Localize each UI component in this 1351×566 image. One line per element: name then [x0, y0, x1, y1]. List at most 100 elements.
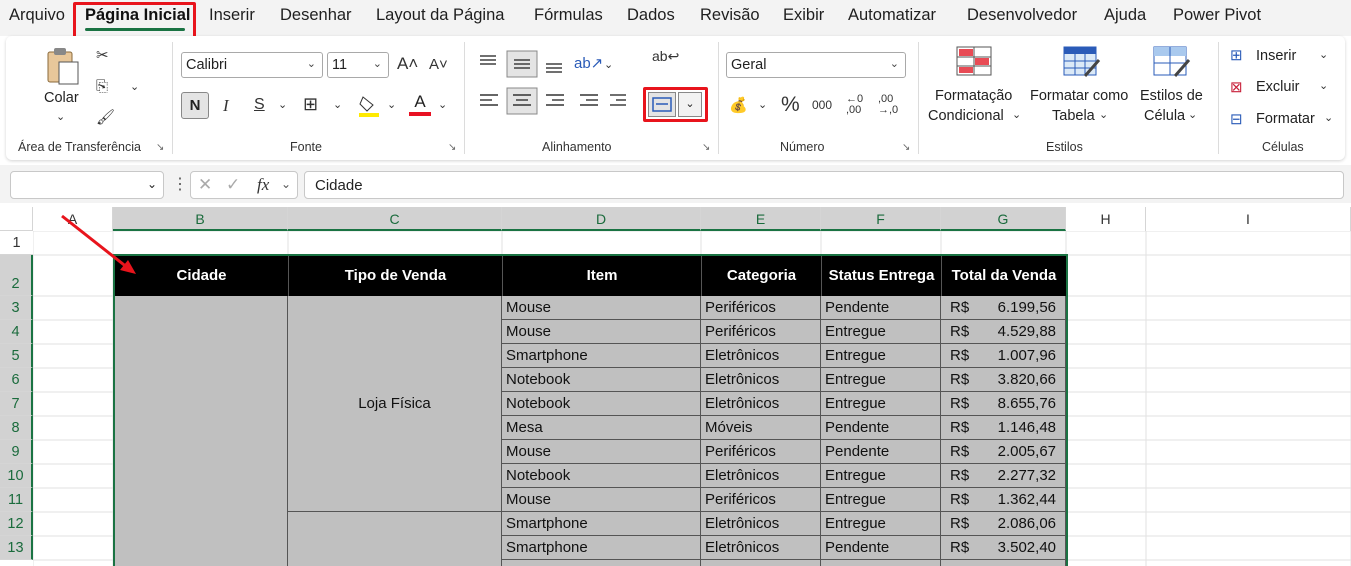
- menu-desenhar[interactable]: Desenhar: [280, 6, 352, 25]
- column-header-h[interactable]: H: [1066, 207, 1146, 231]
- cut-icon[interactable]: ✂: [96, 46, 109, 64]
- cell-categoria[interactable]: Móveis: [701, 416, 821, 440]
- chevron-down-icon[interactable]: ⌄: [281, 177, 291, 191]
- bold-button[interactable]: N: [181, 92, 209, 119]
- column-header-d[interactable]: D: [502, 207, 701, 231]
- cell-status[interactable]: Pendente: [821, 536, 941, 560]
- cell-item[interactable]: Mouse: [502, 296, 701, 320]
- cell-item[interactable]: Notebook: [502, 392, 701, 416]
- merged-cell-tipo-venda[interactable]: Loja Física: [288, 296, 502, 512]
- underline-button[interactable]: S: [254, 96, 265, 114]
- row-header-2[interactable]: 2: [0, 255, 33, 296]
- decrease-decimal-icon[interactable]: ,00 →,0: [878, 94, 898, 116]
- menu-desenvolvedor[interactable]: Desenvolvedor: [967, 6, 1077, 25]
- cell-categoria[interactable]: Eletrônicos: [701, 368, 821, 392]
- format-as-table-line1[interactable]: Formatar como: [1030, 88, 1128, 104]
- font-color-dropdown-icon[interactable]: ⌄: [438, 98, 447, 111]
- cell-item[interactable]: Mouse: [502, 488, 701, 512]
- row-header-9[interactable]: 9: [0, 440, 33, 464]
- alignment-launcher-icon[interactable]: ↘: [702, 142, 710, 153]
- enter-icon[interactable]: ✓: [226, 175, 240, 195]
- cell-status[interactable]: Entregue: [821, 368, 941, 392]
- paste-dropdown-icon[interactable]: ⌄: [56, 110, 65, 123]
- cell-item[interactable]: Mouse: [502, 320, 701, 344]
- menu-inserir[interactable]: Inserir: [209, 6, 255, 25]
- cell-status[interactable]: Entregue: [821, 464, 941, 488]
- merged-cell-cidade[interactable]: [115, 296, 288, 566]
- delete-cells-icon[interactable]: ⊠: [1230, 78, 1243, 96]
- cell-total[interactable]: R$ 1.007,96: [941, 344, 1066, 368]
- row-header-10[interactable]: 10: [0, 464, 33, 488]
- cell-status[interactable]: Entregue: [821, 392, 941, 416]
- cancel-icon[interactable]: ✕: [198, 175, 212, 195]
- cell-status[interactable]: Entregue: [821, 488, 941, 512]
- italic-button[interactable]: I: [223, 96, 229, 116]
- cell-status[interactable]: Entregue: [821, 344, 941, 368]
- cell-status[interactable]: Pendente: [821, 440, 941, 464]
- table-row-partial[interactable]: [502, 560, 701, 566]
- orientation-dropdown-icon[interactable]: ⌄: [604, 58, 613, 71]
- column-header-c[interactable]: C: [288, 207, 502, 231]
- row-header-8[interactable]: 8: [0, 416, 33, 440]
- cell-categoria[interactable]: Periféricos: [701, 320, 821, 344]
- row-header-6[interactable]: 6: [0, 368, 33, 392]
- menu-arquivo[interactable]: Arquivo: [9, 6, 65, 25]
- cell-styles-dropdown-icon[interactable]: ⌄: [1188, 108, 1197, 121]
- cell-total[interactable]: R$ 1.146,48: [941, 416, 1066, 440]
- cell-categoria[interactable]: Periféricos: [701, 488, 821, 512]
- font-launcher-icon[interactable]: ↘: [448, 142, 456, 153]
- cell-categoria[interactable]: Eletrônicos: [701, 512, 821, 536]
- cell-total[interactable]: R$ 3.820,66: [941, 368, 1066, 392]
- format-dropdown-icon[interactable]: ⌄: [1324, 111, 1333, 124]
- borders-icon[interactable]: ⊞: [303, 94, 318, 115]
- cell-item[interactable]: Smartphone: [502, 536, 701, 560]
- table-row-partial[interactable]: [821, 560, 941, 566]
- accounting-dropdown-icon[interactable]: ⌄: [758, 98, 767, 111]
- cell-total[interactable]: R$ 8.655,76: [941, 392, 1066, 416]
- row-header-4[interactable]: 4: [0, 320, 33, 344]
- cell-item[interactable]: Mouse: [502, 440, 701, 464]
- insert-cells-label[interactable]: Inserir: [1256, 48, 1296, 64]
- merge-dropdown-button[interactable]: ⌄: [678, 92, 702, 117]
- fill-dropdown-icon[interactable]: ⌄: [387, 98, 396, 111]
- fill-color-icon[interactable]: [358, 94, 380, 117]
- format-painter-icon[interactable]: 🖌: [96, 108, 115, 126]
- menu-automatizar[interactable]: Automatizar: [848, 6, 936, 25]
- insert-dropdown-icon[interactable]: ⌄: [1319, 48, 1328, 61]
- cell-categoria[interactable]: Eletrônicos: [701, 536, 821, 560]
- format-cells-label[interactable]: Formatar: [1256, 111, 1315, 127]
- cell-total[interactable]: R$ 6.199,56: [941, 296, 1066, 320]
- cell-total[interactable]: R$ 2.005,67: [941, 440, 1066, 464]
- row-header-11[interactable]: 11: [0, 488, 33, 512]
- cell-categoria[interactable]: Periféricos: [701, 296, 821, 320]
- merged-cell-tipo-venda-2[interactable]: [288, 512, 502, 566]
- menu-ajuda[interactable]: Ajuda: [1104, 6, 1146, 25]
- header-total[interactable]: Total da Venda: [941, 256, 1066, 296]
- more-icon[interactable]: ⋮: [172, 174, 188, 194]
- column-header-f[interactable]: F: [821, 207, 941, 231]
- font-name-combo[interactable]: Calibri ⌄: [181, 52, 323, 78]
- cell-styles-line2[interactable]: Célula: [1144, 108, 1185, 124]
- cell-total[interactable]: R$ 4.529,88: [941, 320, 1066, 344]
- cell-categoria[interactable]: Eletrônicos: [701, 344, 821, 368]
- cell-status[interactable]: Entregue: [821, 512, 941, 536]
- cell-item[interactable]: Notebook: [502, 464, 701, 488]
- accounting-icon[interactable]: 💰: [729, 96, 748, 114]
- conditional-dropdown-icon[interactable]: ⌄: [1012, 108, 1021, 121]
- menu-revisao[interactable]: Revisão: [700, 6, 760, 25]
- row-header-3[interactable]: 3: [0, 296, 33, 320]
- cell-total[interactable]: R$ 3.502,40: [941, 536, 1066, 560]
- row-header-7[interactable]: 7: [0, 392, 33, 416]
- underline-dropdown-icon[interactable]: ⌄: [278, 98, 287, 111]
- paste-button[interactable]: [46, 46, 80, 86]
- cell-item[interactable]: Notebook: [502, 368, 701, 392]
- cell-item[interactable]: Mesa: [502, 416, 701, 440]
- insert-function-button[interactable]: fx: [257, 175, 269, 195]
- conditional-format-line1[interactable]: Formatação: [935, 88, 1012, 104]
- table-row-partial[interactable]: [941, 560, 1066, 566]
- percent-button[interactable]: %: [781, 93, 800, 117]
- copy-dropdown-icon[interactable]: ⌄: [130, 80, 139, 93]
- row-header-13[interactable]: 13: [0, 536, 33, 560]
- cell-styles-line1[interactable]: Estilos de: [1140, 88, 1203, 104]
- column-header-i[interactable]: I: [1146, 207, 1351, 231]
